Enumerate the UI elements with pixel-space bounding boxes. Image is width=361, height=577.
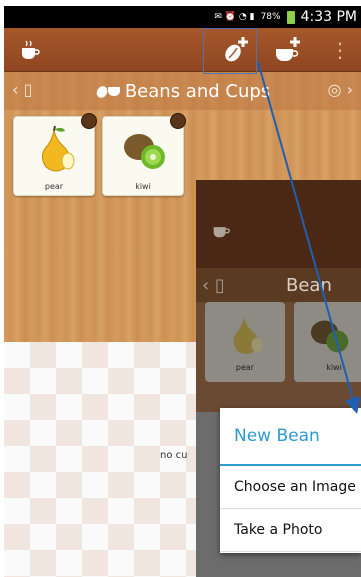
- card-label: pear: [44, 182, 64, 191]
- bean-card-pear[interactable]: pear: [13, 113, 97, 196]
- menu-title: New Bean: [220, 408, 361, 466]
- take-photo-option[interactable]: Take a Photo: [220, 509, 361, 552]
- cup-logo-icon[interactable]: [14, 34, 46, 66]
- battery-percent: 78%: [260, 12, 281, 22]
- inset-title: Bean: [286, 274, 332, 296]
- card-label: kiwi: [326, 363, 342, 372]
- card-label: kiwi: [135, 182, 151, 191]
- notification-icons: ✉ ⏰ ◔ ▮: [214, 12, 255, 22]
- bean-cup-icon: [96, 86, 120, 98]
- pear-icon: [42, 125, 75, 172]
- inset-bean-board: pear kiwi: [196, 302, 361, 412]
- status-bar: ✉ ⏰ ◔ ▮ 78% 4:33 PM: [4, 6, 361, 28]
- annotation-highlight: [203, 28, 257, 74]
- prev-icon: ‹ ▯: [202, 274, 225, 296]
- choose-image-option[interactable]: Choose an Image: [220, 466, 361, 509]
- overflow-menu-icon[interactable]: ⋮: [324, 34, 356, 66]
- new-bean-menu: New Bean Choose an Image Take a Photo: [220, 408, 361, 553]
- bean-badge-icon: [170, 113, 186, 129]
- inset-action-bar: [196, 180, 361, 268]
- clock: 4:33 PM: [300, 9, 357, 25]
- kiwi-icon: [124, 134, 165, 169]
- inset-card-pear: pear: [205, 302, 285, 382]
- bean-badge-icon: [81, 113, 97, 129]
- pear-icon: [233, 317, 263, 355]
- card-label: pear: [235, 363, 255, 372]
- inset-card-kiwi: kiwi: [294, 302, 361, 382]
- next-icon[interactable]: ◎ ›: [328, 80, 353, 99]
- add-cup-icon[interactable]: [272, 34, 304, 66]
- bean-card-kiwi[interactable]: kiwi: [102, 113, 186, 196]
- empty-state-text: no cu: [160, 450, 188, 461]
- kiwi-icon: [310, 320, 349, 353]
- page-title: Beans and Cups: [124, 80, 271, 102]
- title-bar: ‹ ▯ Beans and Cups ◎ ›: [4, 72, 361, 110]
- action-bar: ⋮: [4, 28, 361, 72]
- prev-icon[interactable]: ‹ ▯: [12, 80, 32, 99]
- battery-icon: [286, 10, 295, 24]
- inset-title-bar: ‹ ▯ Bean: [196, 268, 361, 302]
- cup-logo-icon: [213, 227, 230, 238]
